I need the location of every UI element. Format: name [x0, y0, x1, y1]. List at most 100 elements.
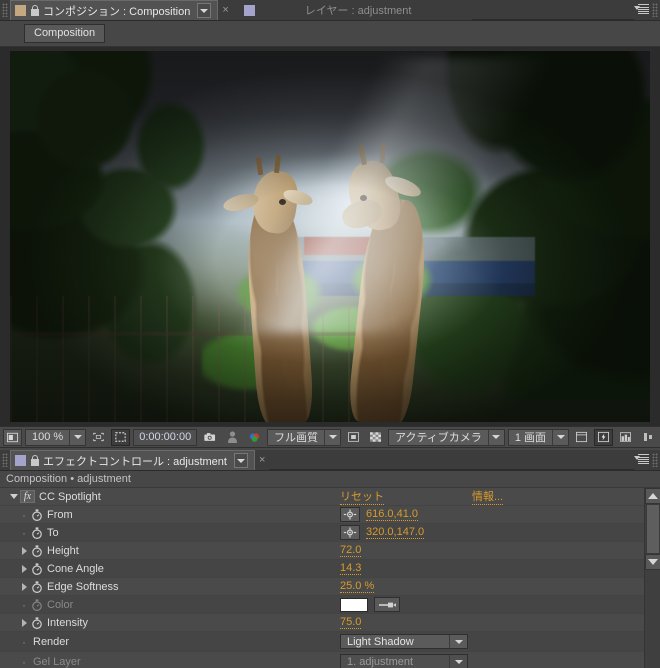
property-name-cell: · From [0, 506, 340, 524]
views-layout-combo[interactable]: 1 画面 [507, 428, 569, 446]
effect-controls-resize-gripper[interactable] [652, 453, 658, 467]
viewer-toolbar: 100 % 0:00:00:00 フル画質 アクティブカメラ 1 画面 [0, 426, 660, 448]
effect-header-row[interactable]: fx CC Spotlight リセット 情報... [0, 488, 660, 506]
chevron-right-icon[interactable] [18, 546, 30, 555]
keyframe-dot-icon: · [22, 525, 26, 540]
panel-menu-icon[interactable] [634, 454, 650, 466]
tab-composition[interactable]: コンポジション : Composition [10, 0, 219, 20]
property-value[interactable]: 25.0 % [340, 580, 375, 593]
property-row-color[interactable]: · Color [0, 596, 660, 614]
stopwatch-icon[interactable] [30, 598, 44, 612]
giraffe-right [338, 129, 470, 422]
property-row-cone-angle[interactable]: Cone Angle 14.3 [0, 560, 660, 578]
tab-bar-spacer [472, 0, 634, 20]
property-value[interactable]: 320.0,147.0 [366, 526, 425, 539]
gel-layer-select[interactable]: 1. adjustment [340, 654, 468, 668]
point-picker-icon[interactable] [340, 525, 360, 540]
property-row-edge-softness[interactable]: Edge Softness 25.0 % [0, 578, 660, 596]
stopwatch-icon[interactable] [30, 580, 44, 594]
flowchart-icon[interactable] [638, 429, 657, 446]
property-value[interactable]: 72.0 [340, 544, 362, 557]
toggle-viewer-layout-icon[interactable] [3, 428, 22, 446]
scroll-down-arrow-icon[interactable] [645, 554, 660, 570]
giraffe-left [221, 147, 345, 422]
color-swatch[interactable] [340, 597, 368, 612]
property-value-cell: Light Shadow [340, 633, 660, 651]
person-icon[interactable] [223, 429, 242, 446]
about-link[interactable]: 情報... [472, 488, 504, 505]
keyframe-dot-icon: · [22, 654, 26, 668]
current-time-display[interactable]: 0:00:00:00 [133, 428, 198, 446]
chevron-down-icon[interactable] [8, 494, 20, 499]
scrollbar-thumb[interactable] [646, 504, 660, 554]
composition-canvas[interactable] [10, 51, 650, 422]
property-value[interactable]: 75.0 [340, 616, 362, 629]
fast-previews-lightning-icon[interactable] [594, 428, 613, 446]
effect-controls-gripper[interactable] [2, 453, 8, 467]
giraffe-right-neck [346, 196, 432, 422]
keyframe-dot-icon: · [22, 597, 26, 612]
effect-controls-scrollbar[interactable] [644, 488, 660, 668]
mask-visibility-icon[interactable] [344, 429, 363, 446]
magnification-combo[interactable]: 100 % [25, 428, 87, 446]
property-row-from[interactable]: · From 616.0,41.0 [0, 506, 660, 524]
scrollbar-track[interactable] [645, 570, 660, 668]
tab-effect-controls[interactable]: エフェクトコントロール : adjustment [10, 450, 255, 470]
property-label: Render [33, 635, 70, 648]
tab-layer[interactable]: レイヤー : adjustment [232, 0, 473, 20]
lock-icon[interactable] [30, 455, 39, 466]
property-value-cell: 72.0 [340, 542, 660, 560]
channels-rgb-icon[interactable] [245, 429, 264, 446]
transparency-grid-icon[interactable] [111, 428, 131, 446]
tab-composition-dropdown[interactable] [197, 3, 212, 18]
tab-composition-close-icon[interactable]: × [218, 4, 232, 16]
property-value[interactable]: 616.0,41.0 [366, 508, 418, 521]
property-value[interactable]: 14.3 [340, 562, 362, 575]
eyedropper-icon[interactable] [374, 597, 400, 612]
stopwatch-icon[interactable] [30, 562, 44, 576]
camera-icon[interactable] [200, 429, 219, 446]
property-name-cell: · To [0, 524, 340, 542]
stopwatch-icon[interactable] [30, 616, 44, 630]
resolution-combo[interactable]: フル画質 [267, 428, 342, 446]
tab-effect-controls-dropdown[interactable] [233, 453, 248, 468]
panel-resize-gripper[interactable] [652, 3, 658, 17]
panel-gripper[interactable] [2, 3, 8, 17]
property-value-cell: 616.0,41.0 [340, 506, 660, 524]
property-label: Cone Angle [47, 562, 104, 575]
chevron-right-icon[interactable] [18, 582, 30, 591]
chevron-down-icon [70, 435, 85, 439]
panel-menu-icon[interactable] [634, 4, 650, 16]
camera-view-combo[interactable]: アクティブカメラ [388, 428, 505, 446]
checkerboard-icon[interactable] [366, 429, 385, 446]
chevron-right-icon[interactable] [18, 618, 30, 627]
property-row-intensity[interactable]: Intensity 75.0 [0, 614, 660, 632]
composition-viewer[interactable] [0, 47, 660, 426]
effect-header-name: fx CC Spotlight [0, 488, 340, 506]
timeline-icon[interactable] [616, 429, 635, 446]
property-name-cell: Intensity [0, 614, 340, 632]
guides-icon[interactable] [572, 429, 591, 446]
chevron-right-icon[interactable] [18, 564, 30, 573]
render-select[interactable]: Light Shadow [340, 634, 468, 649]
property-name-cell: Cone Angle [0, 560, 340, 578]
property-value-cell: 1. adjustment [340, 653, 660, 668]
keyframe-dot-icon: · [22, 507, 26, 522]
stopwatch-icon[interactable] [30, 526, 44, 540]
property-row-to[interactable]: · To 320.0,147.0 [0, 524, 660, 542]
stopwatch-icon[interactable] [30, 508, 44, 522]
point-picker-icon[interactable] [340, 507, 360, 522]
lock-icon[interactable] [30, 5, 39, 16]
tab-effect-controls-close-icon[interactable]: × [255, 454, 269, 466]
reset-link[interactable]: リセット [340, 488, 384, 505]
property-row-gel-layer[interactable]: · Gel Layer 1. adjustment [0, 652, 660, 668]
property-value-cell: 75.0 [340, 614, 660, 632]
stopwatch-icon[interactable] [30, 544, 44, 558]
region-of-interest-icon[interactable] [89, 429, 108, 446]
scroll-up-arrow-icon[interactable] [645, 488, 660, 504]
composition-button[interactable]: Composition [24, 24, 106, 43]
property-value-cell: 25.0 % [340, 578, 660, 596]
property-row-render[interactable]: · Render Light Shadow [0, 632, 660, 652]
property-row-height[interactable]: Height 72.0 [0, 542, 660, 560]
giraffe-left-eye [279, 199, 286, 205]
